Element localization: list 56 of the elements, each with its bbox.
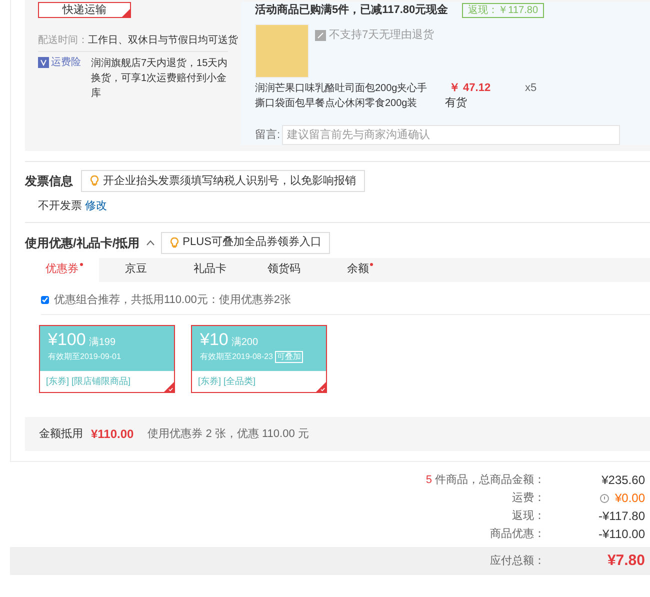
coupon-amount: ¥10 bbox=[200, 329, 228, 351]
total-row-label: 运费： bbox=[512, 490, 545, 506]
payable-amount: ¥7.80 bbox=[606, 552, 645, 570]
product-price: ￥ 47.12 bbox=[449, 81, 492, 96]
coupon-threshold: 满200 bbox=[231, 336, 258, 350]
promo-text: 活动商品已购满5件，已减117.80元现金 bbox=[255, 2, 448, 18]
lightbulb-icon bbox=[90, 175, 99, 187]
total-row-value: ¥0.00 bbox=[614, 490, 645, 507]
product-photo-placeholder bbox=[255, 24, 309, 78]
goods-total-label: 件商品，总商品金额： bbox=[435, 472, 545, 488]
delivery-time-label: 配送时间： bbox=[38, 34, 88, 48]
summary-label: 金额抵用 bbox=[39, 426, 83, 442]
tip-box: PLUS可叠加全品券领券入口 bbox=[160, 232, 330, 254]
total-row-value: -¥110.00 bbox=[598, 526, 645, 543]
no-return-icon bbox=[315, 30, 326, 41]
discount-tab[interactable]: 余额 bbox=[321, 258, 395, 282]
lightbulb-icon bbox=[170, 236, 179, 248]
coupon-threshold: 满199 bbox=[88, 336, 116, 350]
discount-tab[interactable]: 礼品卡 bbox=[173, 258, 247, 282]
discount-tab[interactable]: 领货码 bbox=[247, 258, 321, 282]
freight-insurance-label: 运费险 bbox=[51, 56, 81, 70]
summary-amount: ¥110.00 bbox=[91, 426, 134, 443]
invoice-value: 不开发票 bbox=[38, 199, 82, 214]
edit-invoice-link[interactable]: 修改 bbox=[85, 198, 107, 214]
discount-tab[interactable]: 优惠券 bbox=[25, 258, 99, 282]
message-label: 留言: bbox=[255, 128, 280, 143]
collapse-caret-icon[interactable] bbox=[146, 240, 155, 246]
product-quantity: x5 bbox=[525, 81, 537, 96]
summary-text: 使用优惠券 2 张，优惠 110.00 元 bbox=[148, 426, 309, 442]
cashback-tag: 返现：￥117.80 bbox=[462, 2, 544, 18]
coupon-validity: 有效期至2019-08-23 bbox=[200, 351, 273, 363]
invoice-title: 发票信息 bbox=[25, 173, 73, 190]
total-row-value: -¥117.80 bbox=[598, 508, 645, 525]
recommend-text: 优惠组合推荐，共抵用110.00元：使用优惠券2张 bbox=[54, 292, 291, 308]
total-row-label: 返现： bbox=[512, 508, 545, 524]
delivery-time-value: 工作日、双休日与节假日均可送货 bbox=[88, 34, 238, 48]
coupon-tags: [东券] [限店铺限商品] bbox=[46, 371, 158, 391]
return-policy-note: 不支持7天无理由退货 bbox=[329, 30, 434, 41]
goods-total-value: ¥235.60 bbox=[600, 472, 645, 489]
discounts-title: 使用优惠/礼品卡/抵用 bbox=[25, 234, 140, 252]
discount-tab[interactable]: 京豆 bbox=[99, 258, 173, 282]
coupon-validity: 有效期至2019-09-01 bbox=[48, 351, 121, 363]
recommend-checkbox[interactable] bbox=[41, 296, 49, 304]
stock-status: 有货 bbox=[445, 96, 468, 111]
total-row-label: 商品优惠： bbox=[490, 526, 545, 542]
message-input-field[interactable]: 建议留言前先与商家沟通确认 bbox=[282, 125, 620, 145]
payable-label: 应付总额： bbox=[490, 554, 545, 569]
info-icon[interactable] bbox=[600, 494, 609, 502]
item-count: 5 bbox=[426, 472, 432, 488]
product-name: 润润芒果口味乳酪吐司面包200g夹心手撕口袋面包早餐点心休闲零食200g装 bbox=[255, 82, 428, 111]
coupon-amount: ¥100 bbox=[48, 329, 86, 351]
coupon-tags: [东券] [全品类] bbox=[198, 371, 310, 391]
insurance-text: 润润旗舰店7天内退货，15天内换货，可享1次运费赔付到小金库 bbox=[91, 56, 228, 100]
tip-box: 开企业抬头发票须填写纳税人识别号，以免影响报销 bbox=[81, 170, 365, 192]
stackable-tag: 可叠加 bbox=[274, 351, 303, 363]
shipping-method-button[interactable]: 快递运输 bbox=[38, 2, 131, 18]
